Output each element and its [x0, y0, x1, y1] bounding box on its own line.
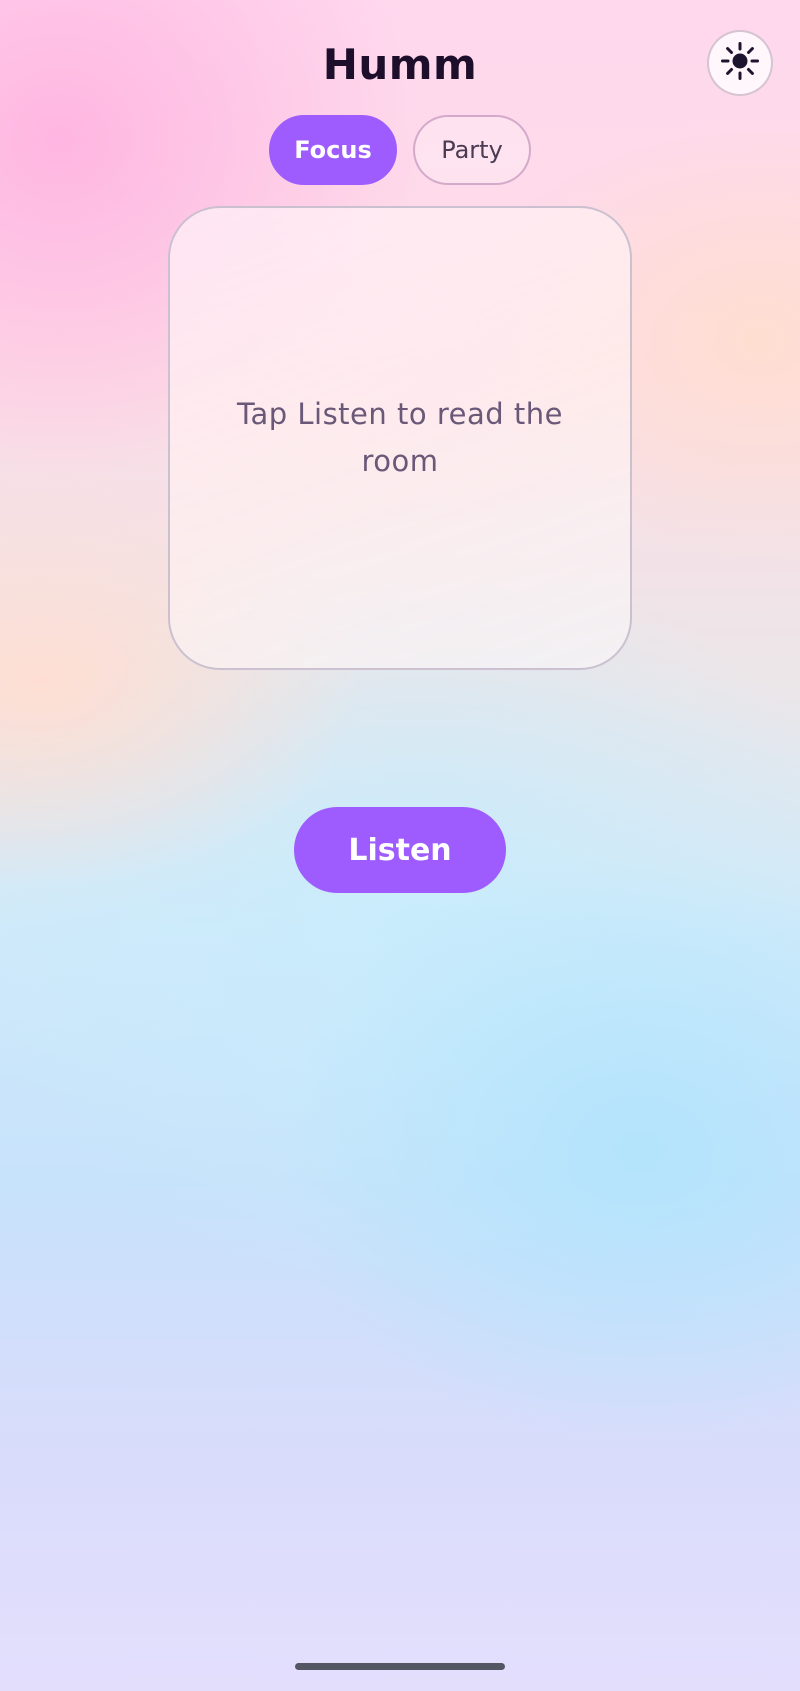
app-title: Humm — [322, 40, 478, 89]
listen-button[interactable]: Listen — [294, 807, 506, 893]
tab-party[interactable]: Party — [413, 115, 531, 185]
tab-focus[interactable]: Focus — [269, 115, 397, 185]
sun-icon — [720, 41, 760, 85]
home-indicator[interactable] — [295, 1663, 505, 1670]
card-message: Tap Listen to read the room — [237, 397, 563, 478]
theme-toggle-button[interactable] — [707, 30, 773, 96]
status-card: Tap Listen to read the room — [168, 206, 632, 670]
mode-tabs: Focus Party — [0, 115, 800, 185]
